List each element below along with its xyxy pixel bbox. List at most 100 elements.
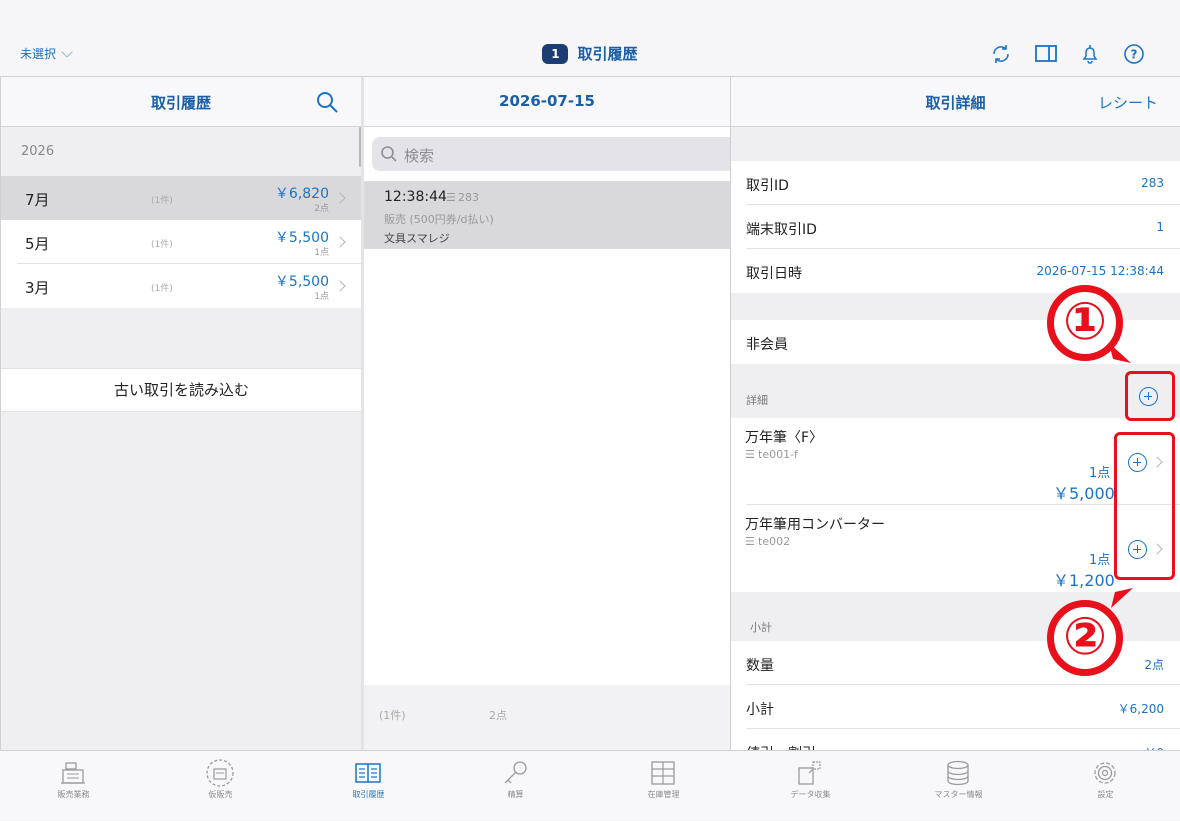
top-bar: 未選択 1 取引履歴 ? [0, 0, 1180, 77]
transaction-time: 12:38:44 [384, 189, 447, 205]
subtotal-section-label: 小計 [750, 621, 772, 634]
row-key: 端末取引ID [746, 222, 817, 238]
month-label: 5月 [25, 235, 50, 253]
tab-bar: 販売業務 仮販売 取引履歴 精算 在庫管理 データ収集 マスター情報 設定 [0, 750, 1180, 820]
data-collect-icon [798, 761, 821, 785]
help-icon[interactable]: ? [1123, 43, 1145, 65]
annotation-arrow-1 [1109, 343, 1131, 363]
sidebar-icon[interactable] [1035, 43, 1057, 65]
search-icon[interactable] [315, 90, 339, 114]
tab-label: データ収集 [790, 790, 831, 799]
tab-label: 在庫管理 [647, 790, 680, 799]
tab-label: 精算 [507, 790, 524, 799]
transaction-detail-pane: 取引詳細 レシート 取引ID 283 端末取引ID 1 取引日時 2026-07… [731, 77, 1180, 750]
sync-icon[interactable] [990, 43, 1012, 65]
year-label: 2026 [21, 144, 55, 159]
transaction-id-row: 取引ID 283 [731, 161, 1180, 205]
load-old-transactions-button[interactable]: 古い取引を読み込む [1, 368, 361, 412]
month-count: (1件) [151, 284, 173, 294]
transaction-date-title: 2026-07-15 [499, 92, 595, 110]
month-list-pane: 取引履歴 2026 7月 (1件) ￥6,820 2点 5月 (1件) ￥5,5… [0, 77, 361, 750]
tab-label: マスター情報 [934, 790, 983, 799]
month-row-march[interactable]: 3月 (1件) ￥5,500 1点 [1, 264, 361, 308]
month-count: (1件) [151, 196, 173, 206]
item-price: ￥1,200 [1053, 571, 1115, 590]
tab-sales[interactable]: 販売業務 [0, 751, 147, 821]
row-key: 取引ID [746, 178, 789, 194]
row-key: 値引・割引 [746, 743, 816, 750]
tab-label: 取引履歴 [352, 790, 385, 799]
row-key: 取引日時 [746, 266, 802, 282]
footer-points: 2点 [489, 709, 507, 722]
item-price: ￥5,000 [1053, 484, 1115, 503]
month-amount: ￥5,500 [274, 230, 329, 246]
item-row[interactable]: 万年筆〈F〉 ☰ te001-f 1点 ￥5,000 [731, 418, 1180, 505]
month-list-header: 取引履歴 [1, 77, 361, 127]
item-row[interactable]: 万年筆用コンバーター ☰ te002 1点 ￥1,200 [731, 505, 1180, 592]
transaction-detail-header: 取引詳細 レシート [731, 77, 1180, 127]
terminal-transaction-id-row: 端末取引ID 1 [731, 205, 1180, 249]
chevron-right-icon [334, 280, 346, 292]
month-label: 7月 [25, 191, 50, 209]
tab-temp-sale[interactable]: 仮販売 [147, 751, 294, 821]
list-icon: ☰ [446, 191, 456, 204]
month-label: 3月 [25, 279, 50, 297]
tab-inventory[interactable]: 在庫管理 [590, 751, 737, 821]
row-value: 2026-07-15 12:38:44 [1036, 264, 1164, 278]
search-input[interactable]: 検索 [372, 137, 730, 171]
footer-count: (1件) [379, 709, 406, 722]
transaction-shop: 文具スマレジ [384, 232, 450, 245]
item-name: 万年筆用コンバーター [745, 517, 885, 533]
annotation-arrow-2 [1111, 588, 1133, 608]
discount-row: 値引・割引 ￥0 [731, 729, 1180, 750]
receipt-button[interactable]: レシート [1098, 92, 1158, 113]
item-quantity: 1点 [1089, 466, 1111, 481]
month-row-may[interactable]: 5月 (1件) ￥5,500 1点 [1, 220, 361, 264]
annotation-number-2: ② [1047, 600, 1123, 676]
month-count: (1件) [151, 240, 173, 250]
item-code-icon: ☰ [745, 535, 755, 548]
item-code: te001-f [758, 448, 798, 461]
transaction-row[interactable]: 12:38:44 ☰ 283 販売 (500円券/d払い) 文具スマレジ [364, 181, 730, 249]
transaction-type: 販売 (500円券/d払い) [384, 213, 494, 226]
bell-icon[interactable] [1079, 43, 1101, 65]
row-key: 小計 [746, 702, 774, 718]
subtotal-row: 小計 ￥6,200 [731, 685, 1180, 729]
month-points: 2点 [314, 204, 329, 214]
item-quantity: 1点 [1089, 553, 1111, 568]
key-icon [504, 761, 527, 784]
svg-text:?: ? [1131, 48, 1138, 62]
chevron-right-icon [334, 192, 346, 204]
item-code: te002 [758, 535, 791, 548]
month-row-july[interactable]: 7月 (1件) ￥6,820 2点 [1, 176, 361, 220]
transaction-datetime-row: 取引日時 2026-07-15 12:38:44 [731, 249, 1180, 293]
member-label: 非会員 [746, 337, 788, 353]
tab-master-info[interactable]: マスター情報 [885, 751, 1032, 821]
row-value: ￥6,200 [1117, 702, 1164, 716]
annotation-box-1 [1125, 371, 1175, 421]
tab-label: 販売業務 [57, 790, 90, 799]
month-points: 1点 [314, 292, 329, 302]
database-icon [947, 760, 969, 786]
register-icon [61, 762, 85, 784]
month-list-title: 取引履歴 [150, 94, 211, 112]
row-value: 283 [1141, 176, 1164, 190]
tab-settlement[interactable]: 精算 [442, 751, 589, 821]
item-code-icon: ☰ [745, 448, 755, 461]
app-badge: 1 [542, 43, 569, 64]
tab-data-collection[interactable]: データ収集 [737, 751, 884, 821]
transaction-list-pane: 2026-07-15 検索 12:38:44 ☰ 283 販売 (500円券/d… [364, 77, 730, 750]
annotation-box-2 [1114, 432, 1175, 580]
tab-label: 仮販売 [208, 790, 233, 799]
transaction-id: 283 [458, 191, 479, 204]
app-title-text: 取引履歴 [577, 45, 638, 63]
tab-settings[interactable]: 設定 [1032, 751, 1179, 821]
tab-history[interactable]: 取引履歴 [295, 751, 442, 821]
row-key: 数量 [746, 658, 774, 674]
row-value: 2点 [1144, 658, 1164, 672]
row-value: 1 [1156, 220, 1164, 234]
detail-section-label: 詳細 [746, 394, 768, 407]
month-amount: ￥6,820 [274, 186, 329, 202]
history-icon [355, 763, 381, 783]
transaction-list-footer: (1件) 2点 [364, 685, 730, 750]
